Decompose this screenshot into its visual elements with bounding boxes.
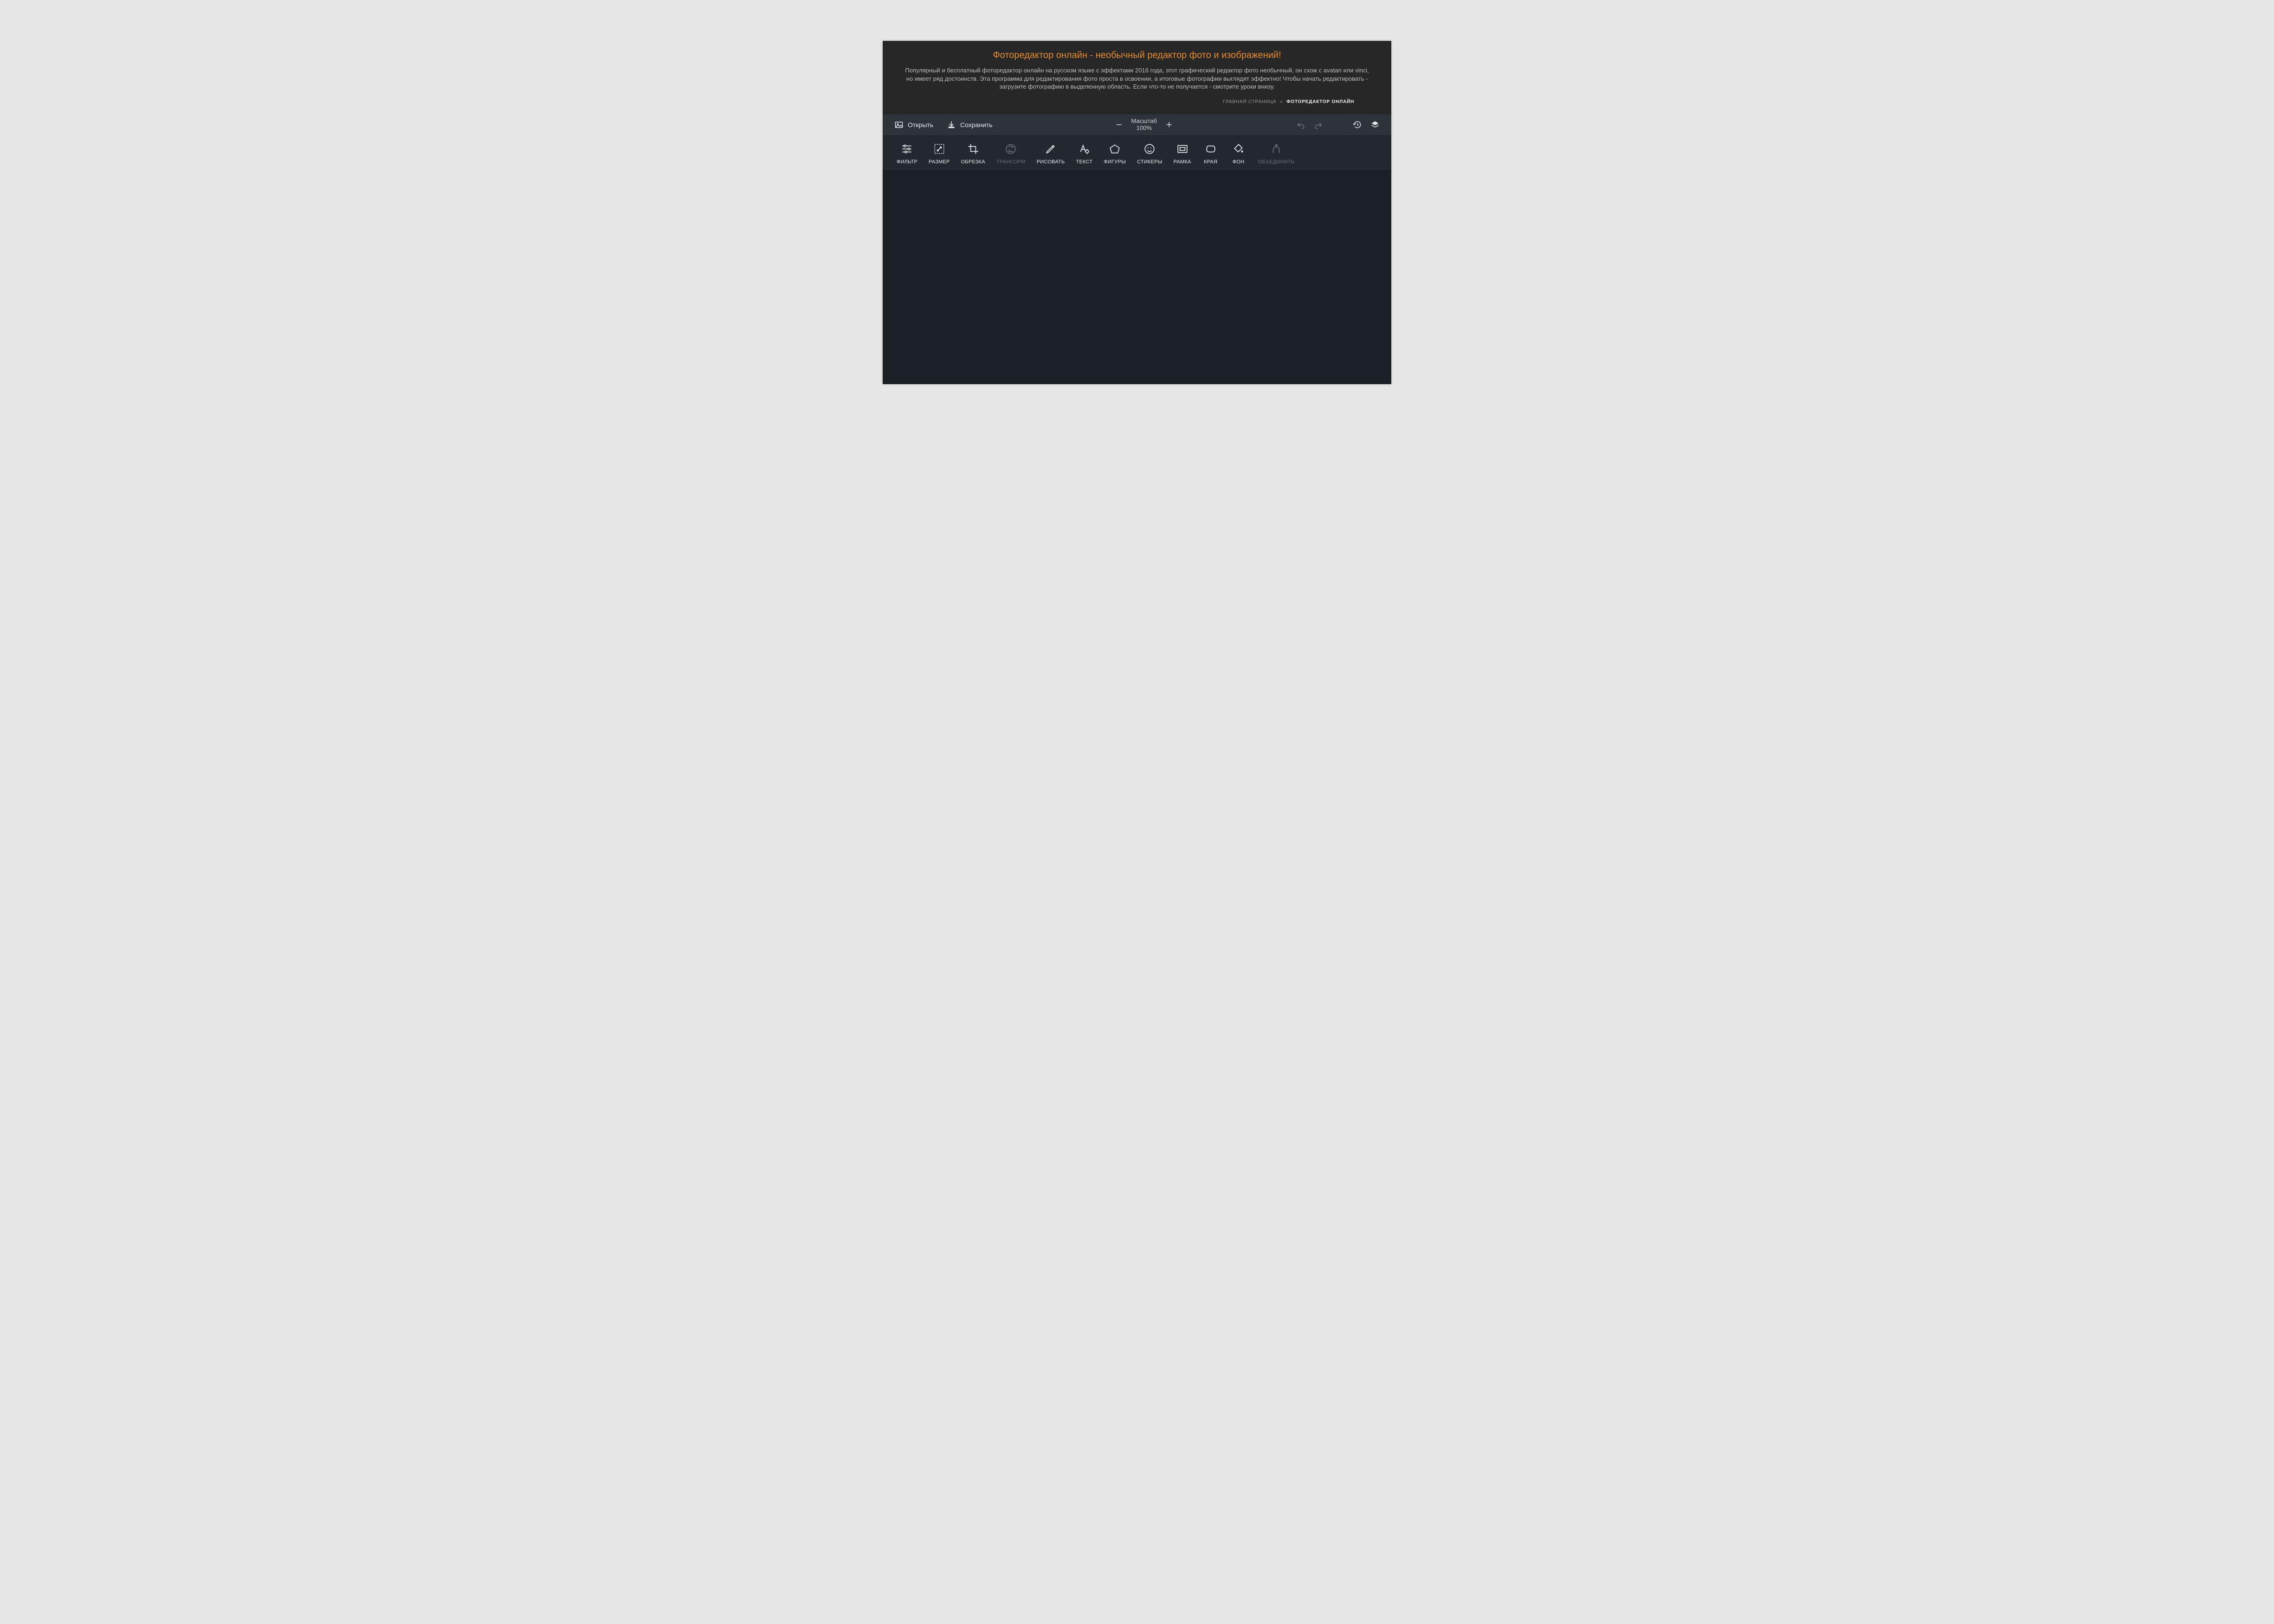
tool-background-label: ФОН: [1233, 159, 1245, 165]
zoom-value-text: 100%: [1131, 125, 1157, 131]
resize-icon: [933, 142, 945, 155]
tool-frame-label: РАМКА: [1174, 159, 1191, 165]
tool-text[interactable]: ТЕКСТ: [1070, 142, 1098, 165]
open-button[interactable]: Открыть: [894, 120, 933, 130]
tool-draw-label: РИСОВАТЬ: [1037, 159, 1065, 165]
undo-button[interactable]: [1296, 120, 1306, 130]
breadcrumb-separator: »: [1280, 99, 1283, 104]
rounded-rect-icon: [1205, 142, 1217, 155]
tool-text-label: ТЕКСТ: [1076, 159, 1093, 165]
page-description: Популярный и бесплатный фоторедактор онл…: [905, 66, 1369, 91]
tool-crop[interactable]: ОБРЕЗКА: [956, 142, 991, 165]
tool-merge-label: ОБЪЕДИНИТЬ: [1258, 159, 1295, 165]
breadcrumb-home-link[interactable]: ГЛАВНАЯ СТРАНИЦА: [1223, 99, 1277, 104]
open-label: Открыть: [908, 121, 933, 129]
tool-merge: ОБЪЕДИНИТЬ: [1253, 142, 1300, 165]
tool-filter[interactable]: ФИЛЬТР: [891, 142, 923, 165]
page-title: Фоторедактор онлайн - необычный редактор…: [901, 50, 1373, 61]
tool-resize[interactable]: РАЗМЕР: [923, 142, 956, 165]
history-button[interactable]: [1352, 120, 1363, 130]
tools-toolbar: ФИЛЬТР РАЗМЕР ОБРЕЗКА ТРАНСОРМ РИСОВАТЬ: [883, 136, 1391, 171]
redo-button[interactable]: [1313, 120, 1324, 130]
pentagon-icon: [1109, 142, 1121, 155]
tool-stickers-label: СТИКЕРЫ: [1137, 159, 1163, 165]
undo-icon: [1296, 120, 1305, 129]
tool-shapes[interactable]: ФИГУРЫ: [1098, 142, 1131, 165]
tool-transform: ТРАНСОРМ: [991, 142, 1031, 165]
tool-corners-label: КРАЯ: [1204, 159, 1217, 165]
pencil-icon: [1045, 142, 1057, 155]
crop-icon: [967, 142, 979, 155]
breadcrumb: ГЛАВНАЯ СТРАНИЦА » ФОТОРЕДАКТОР ОНЛАЙН: [901, 91, 1373, 109]
transform-icon: [1005, 142, 1017, 155]
merge-icon: [1270, 142, 1282, 155]
app-window: Фоторедактор онлайн - необычный редактор…: [883, 41, 1391, 384]
tool-frame[interactable]: РАМКА: [1168, 142, 1197, 165]
zoom-out-button[interactable]: −: [1113, 119, 1124, 131]
zoom-label-text: Масштаб: [1131, 118, 1157, 124]
tool-draw[interactable]: РИСОВАТЬ: [1031, 142, 1071, 165]
page-header: Фоторедактор онлайн - необычный редактор…: [883, 41, 1391, 114]
zoom-in-button[interactable]: +: [1163, 119, 1175, 131]
sliders-icon: [901, 142, 913, 155]
layers-icon: [1370, 120, 1380, 129]
smile-icon: [1143, 142, 1156, 155]
frame-icon: [1176, 142, 1189, 155]
zoom-display: Масштаб 100%: [1131, 118, 1157, 131]
text-icon: [1078, 142, 1090, 155]
editor-canvas[interactable]: [883, 171, 1391, 384]
tool-resize-label: РАЗМЕР: [929, 159, 950, 165]
tool-crop-label: ОБРЕЗКА: [961, 159, 985, 165]
top-toolbar: Открыть Сохранить − Масштаб 100% +: [883, 114, 1391, 136]
redo-icon: [1314, 120, 1323, 129]
tool-corners[interactable]: КРАЯ: [1197, 142, 1225, 165]
tool-shapes-label: ФИГУРЫ: [1104, 159, 1126, 165]
paint-bucket-icon: [1233, 142, 1245, 155]
image-icon: [894, 120, 904, 130]
save-label: Сохранить: [960, 121, 993, 129]
tool-filter-label: ФИЛЬТР: [897, 159, 917, 165]
breadcrumb-current: ФОТОРЕДАКТОР ОНЛАЙН: [1286, 99, 1354, 104]
layers-button[interactable]: [1370, 120, 1380, 130]
tool-background[interactable]: ФОН: [1225, 142, 1253, 165]
save-button[interactable]: Сохранить: [946, 120, 993, 130]
history-icon: [1353, 120, 1362, 129]
tool-stickers[interactable]: СТИКЕРЫ: [1131, 142, 1168, 165]
tool-transform-label: ТРАНСОРМ: [996, 159, 1026, 165]
download-icon: [946, 120, 956, 130]
